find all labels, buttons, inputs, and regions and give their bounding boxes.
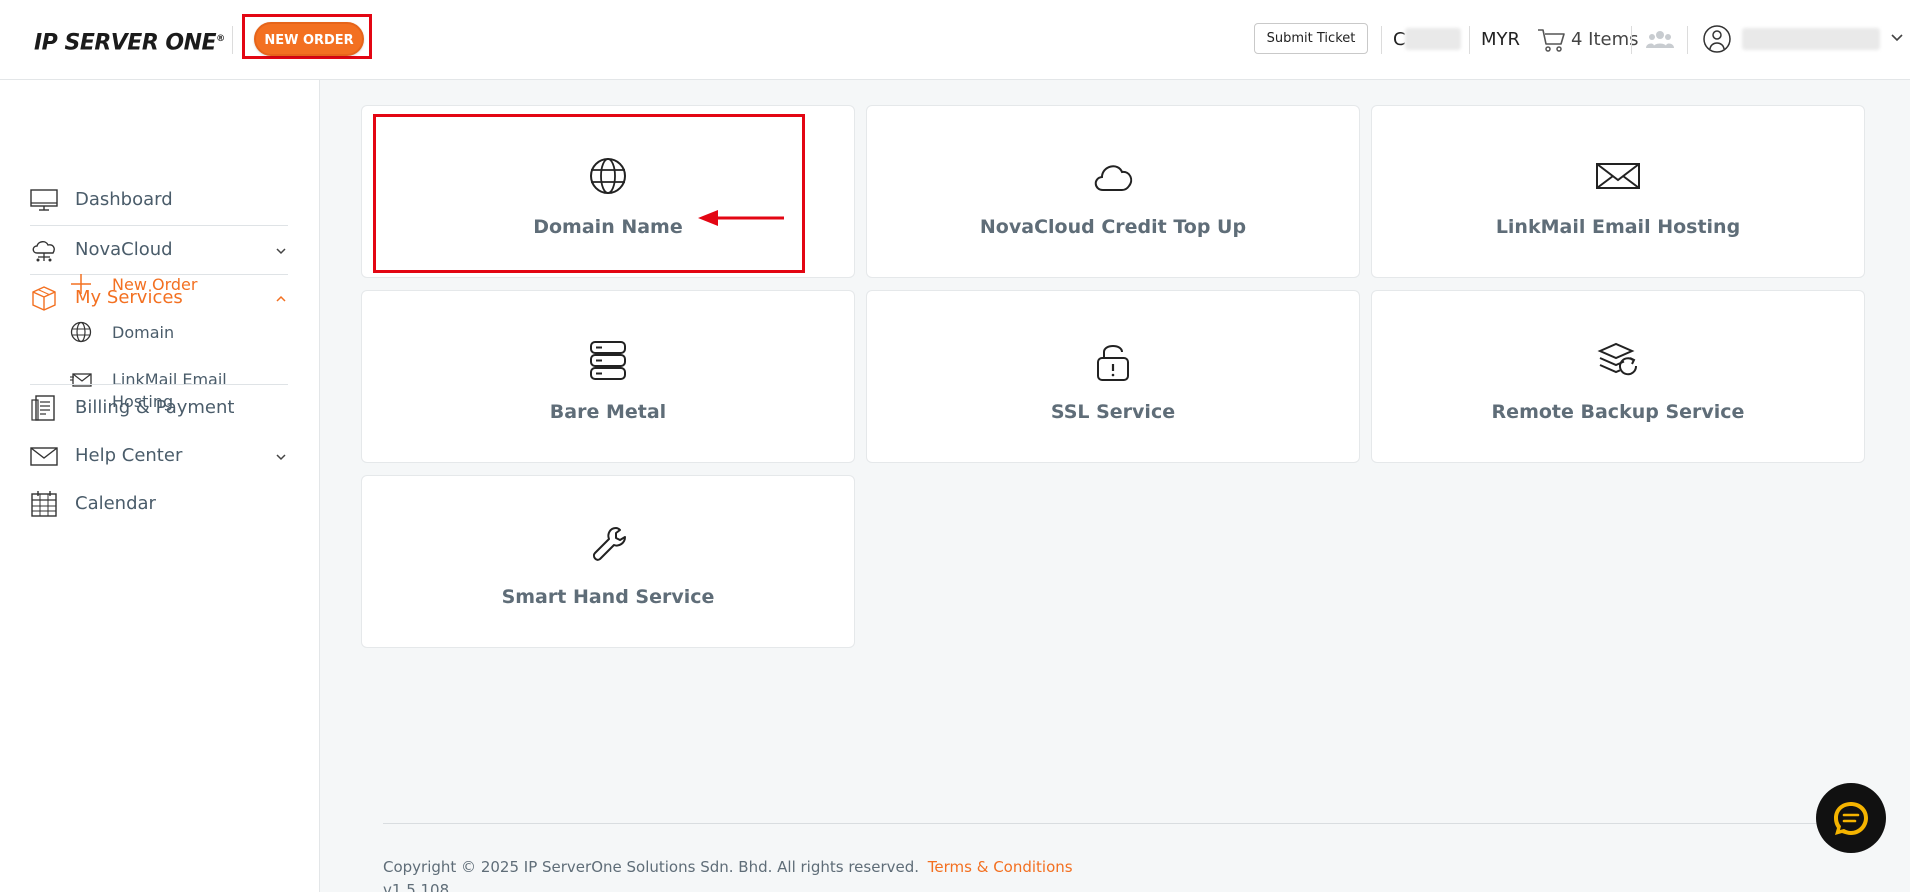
new-order-button[interactable]: NEW ORDER <box>254 22 364 56</box>
footer-copyright: Copyright © 2025 IP ServerOne Solutions … <box>383 857 1073 877</box>
service-card-title: Remote Backup Service <box>1491 401 1745 423</box>
ipserverone-logo[interactable]: IP SERVER ONE® <box>34 24 225 56</box>
user-avatar-icon[interactable] <box>1702 24 1732 54</box>
header-divider <box>1631 26 1632 54</box>
sidebar-item-help-center[interactable]: Help Center <box>30 432 288 480</box>
sidebar-subitem-label: New Order <box>112 275 198 294</box>
sidebar-item-label: Help Center <box>75 445 183 466</box>
redacted-account-name <box>1405 28 1461 50</box>
calendar-icon <box>31 491 57 517</box>
service-card-remote-backup[interactable]: Remote Backup Service <box>1371 290 1865 463</box>
logo-registered-mark: ® <box>216 34 225 44</box>
cloud-icon <box>1094 165 1133 191</box>
chat-icon <box>1834 802 1868 835</box>
sidebar-subitem-new-order[interactable]: New Order <box>70 264 290 304</box>
service-card-title: LinkMail Email Hosting <box>1495 216 1741 238</box>
chevron-down-icon <box>276 248 286 255</box>
account-selector[interactable]: C <box>1393 28 1406 52</box>
service-card-title: SSL Service <box>1050 401 1176 423</box>
cloud-network-icon <box>32 241 55 262</box>
envelope-icon <box>1596 163 1640 189</box>
header-divider <box>1381 26 1382 54</box>
wrench-icon <box>592 527 626 561</box>
service-card-bare-metal[interactable]: Bare Metal <box>361 290 855 463</box>
service-card-title: NovaCloud Credit Top Up <box>979 216 1247 238</box>
sidebar-item-calendar[interactable]: Calendar <box>30 480 288 528</box>
service-card-title: Bare Metal <box>549 401 667 423</box>
sidebar-subitem-domain[interactable]: Domain <box>70 312 290 352</box>
unlock-icon <box>1097 345 1129 381</box>
annotation-arrow-icon <box>698 210 784 226</box>
service-card-title: Smart Hand Service <box>501 586 715 608</box>
terms-conditions-link[interactable]: Terms & Conditions <box>928 858 1073 876</box>
header-divider <box>1469 26 1470 54</box>
sidebar-item-label: Dashboard <box>75 189 173 210</box>
redacted-user-name <box>1742 28 1880 50</box>
top-header: IP SERVER ONE® NEW ORDER Submit Ticket C… <box>0 0 1910 80</box>
copyright-text: Copyright © 2025 IP ServerOne Solutions … <box>383 858 920 876</box>
box-icon <box>32 286 56 311</box>
mail-icon <box>30 447 58 466</box>
team-icon[interactable] <box>1646 28 1674 50</box>
server-icon <box>590 341 626 380</box>
chevron-down-icon[interactable] <box>1891 33 1903 43</box>
header-divider <box>232 26 233 54</box>
footer-divider <box>383 823 1863 824</box>
sidebar-item-label: Calendar <box>75 493 156 514</box>
service-card-linkmail[interactable]: LinkMail Email Hosting <box>1371 105 1865 278</box>
sidebar-item-billing[interactable]: Billing & Payment <box>30 384 288 432</box>
header-divider <box>1687 26 1688 54</box>
chat-widget-button[interactable] <box>1816 783 1886 853</box>
logo-text: IP SERVER ONE <box>34 30 217 56</box>
currency-selector[interactable]: MYR <box>1481 28 1520 52</box>
service-card-ssl[interactable]: SSL Service <box>866 290 1360 463</box>
globe-icon <box>70 321 92 343</box>
service-card-smart-hand[interactable]: Smart Hand Service <box>361 475 855 648</box>
domain-name-highlight-box <box>373 114 805 273</box>
chevron-down-icon <box>276 454 286 461</box>
cart-icon[interactable] <box>1537 27 1567 53</box>
plus-icon <box>71 274 91 294</box>
submit-ticket-button[interactable]: Submit Ticket <box>1254 23 1368 54</box>
receipt-icon <box>31 395 55 421</box>
service-card-novacloud-credit[interactable]: NovaCloud Credit Top Up <box>866 105 1360 278</box>
cart-count[interactable]: 4 Items <box>1571 28 1639 52</box>
sidebar-subitem-label: Domain <box>112 323 175 342</box>
backup-icon <box>1597 342 1638 376</box>
sidebar-item-label: NovaCloud <box>75 239 173 260</box>
monitor-icon <box>30 189 58 211</box>
sidebar: Dashboard NovaCloud My Services New Orde… <box>0 80 320 892</box>
sidebar-item-dashboard[interactable]: Dashboard <box>30 176 288 224</box>
sidebar-item-label: Billing & Payment <box>75 397 235 418</box>
app-version: v1.5.108 <box>383 881 450 892</box>
